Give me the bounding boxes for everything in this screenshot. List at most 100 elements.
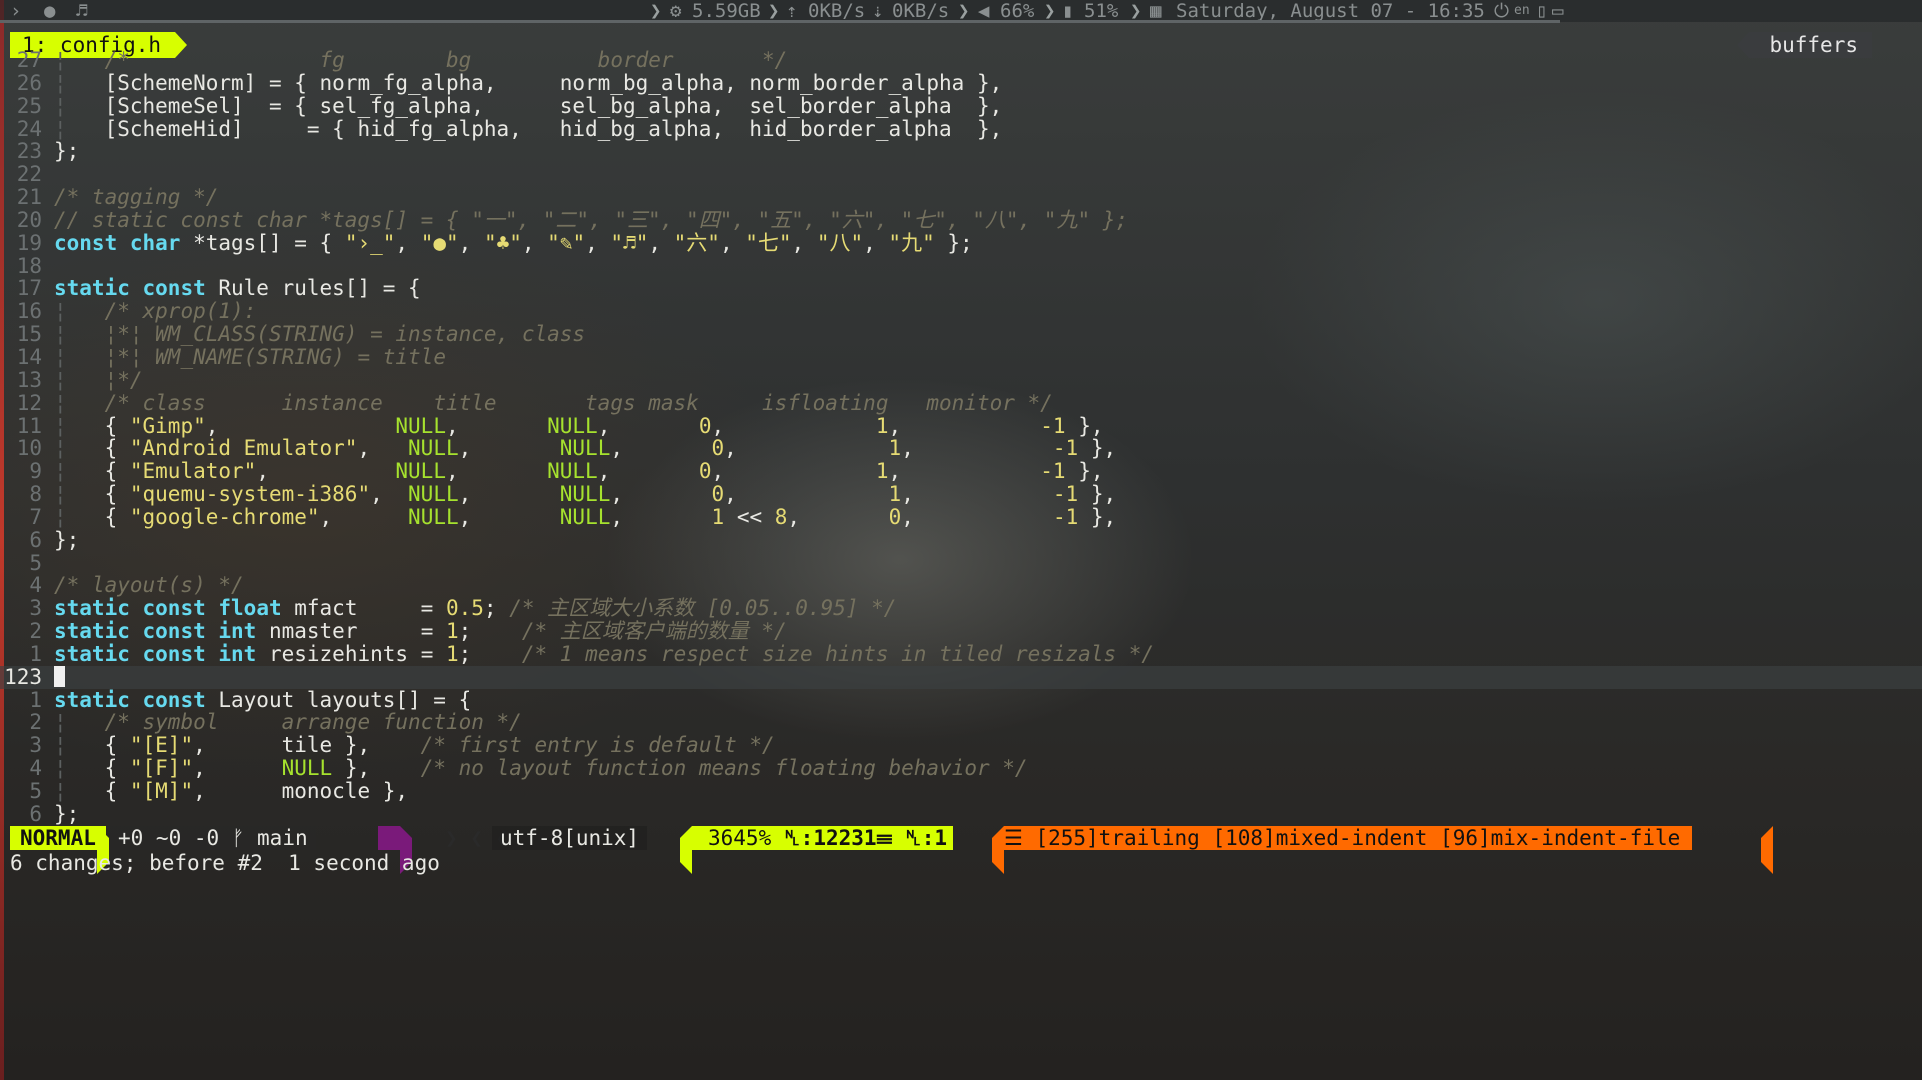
terminal-icon[interactable]: ›_ [10, 0, 33, 22]
line-number: 18 [16, 253, 42, 278]
code-line[interactable]: 4 ¦ { "[F]", NULL }, /* no layout functio… [0, 757, 1922, 780]
code-line[interactable]: 6}; [0, 528, 1922, 552]
line-text[interactable]: ¦ { "Emulator", NULL, NULL, 0, 1, -1 }, [54, 459, 1104, 483]
line-text[interactable]: /* tagging */ [54, 185, 218, 209]
line-text[interactable]: ¦ { "google-chrome", NULL, NULL, 1 << 8,… [54, 505, 1116, 529]
line-text[interactable]: ¦ /* fg bg border */ [54, 48, 787, 72]
powerline-separator [680, 826, 692, 874]
line-number: 4 [29, 573, 42, 598]
code-line[interactable]: 9 ¦ { "Emulator", NULL, NULL, 0, 1, -1 }, [0, 460, 1922, 483]
line-text[interactable]: static const int resizehints = 1; /* 1 m… [54, 642, 1154, 666]
line-number: 13 [16, 367, 42, 392]
code-line[interactable]: 25 ¦ [SchemeSel] = { sel_fg_alpha, sel_bg… [0, 94, 1922, 118]
line-number: 20 [16, 207, 42, 232]
code-line[interactable]: 5 ¦ { "[M]", monocle }, [0, 780, 1922, 803]
code-line[interactable]: 1 static const Layout layouts[] = { [0, 688, 1922, 712]
volume-icon[interactable]: ◀ [978, 0, 989, 22]
line-number: 6 [29, 801, 42, 826]
line-text[interactable]: static const Rule rules[] = { [54, 276, 421, 300]
line-text[interactable]: ¦ /* class instance title tags mask isfl… [54, 391, 1053, 415]
code-line[interactable]: 12 ¦ /* class instance title tags mask is… [0, 391, 1922, 415]
line-number: 11 [16, 413, 42, 438]
code-line[interactable]: 2 static const int nmaster = 1; /* 主区域客户端… [0, 620, 1922, 643]
line-number: 2 [29, 710, 42, 735]
code-line[interactable]: 10 ¦ { "Android Emulator", NULL, NULL, 0,… [0, 437, 1922, 460]
line-text[interactable]: ¦ { "Gimp", NULL, NULL, 0, 1, -1 }, [54, 414, 1104, 438]
statusline: NORMAL +0 ~0 -0 ᚠ main ❯ ❮ ❮ utf-8[unix]… [0, 826, 1922, 874]
code-line[interactable]: 26 ¦ [SchemeNorm] = { norm_fg_alpha, norm… [0, 70, 1922, 95]
line-number: 16 [16, 299, 42, 324]
line-text[interactable]: static const float mfact = 0.5; /* 主区域大小… [54, 596, 896, 620]
line-text[interactable]: ¦ [SchemeSel] = { sel_fg_alpha, sel_bg_a… [54, 94, 1002, 118]
code-line[interactable]: 15 ¦ ¦*¦ WM_CLASS(STRING) = instance, cla… [0, 323, 1922, 346]
tray-icon[interactable]: ▯ [1536, 0, 1547, 22]
code-line[interactable]: 2 ¦ /* symbol arrange function */ [0, 711, 1922, 734]
powerline-separator [1761, 826, 1773, 874]
code-line[interactable]: 14 ¦ ¦*¦ WM_NAME(STRING) = title [0, 346, 1922, 369]
mode-indicator: NORMAL [10, 826, 106, 850]
powerline-separator [992, 826, 1004, 874]
line-text[interactable]: ¦ [SchemeNorm] = { norm_fg_alpha, norm_b… [54, 71, 1002, 95]
line-text[interactable] [54, 665, 65, 689]
code-line[interactable]: 7 ¦ { "google-chrome", NULL, NULL, 1 << 8… [0, 504, 1922, 529]
code-line[interactable]: 4 /* layout(s) */ [0, 574, 1922, 597]
line-text[interactable]: }; [54, 802, 79, 826]
power-icon[interactable]: ⏻ [1494, 0, 1509, 22]
line-text[interactable]: ¦ { "quemu-system-i386", NULL, NULL, 0, … [54, 482, 1116, 506]
line-text[interactable]: ¦ [SchemeHid] = { hid_fg_alpha, hid_bg_a… [54, 117, 1002, 141]
code-line[interactable]: 24 ¦ [SchemeHid] = { hid_fg_alpha, hid_bg… [0, 117, 1922, 141]
language-indicator[interactable]: en [1514, 0, 1530, 22]
code-line[interactable]: 19 const char *tags[] = { "›_", "●", "♣",… [0, 231, 1922, 255]
code-line[interactable]: 18 [0, 253, 1922, 278]
code-line[interactable]: 20 // static const char *tags[] = { "一", … [0, 207, 1922, 232]
code-line[interactable]: 8 ¦ { "quemu-system-i386", NULL, NULL, 0,… [0, 483, 1922, 506]
bar-underline [0, 20, 1560, 23]
code-line[interactable]: 23}; [0, 140, 1922, 163]
editor-buffer[interactable]: 27 ¦ /* fg bg border */26 ¦ [SchemeNorm] =… [0, 49, 1922, 826]
current-line[interactable]: 123 [0, 664, 1922, 689]
line-text[interactable]: ¦ { "Android Emulator", NULL, NULL, 0, 1… [54, 436, 1116, 460]
code-line[interactable]: 1 static const int resizehints = 1; /* 1 … [0, 643, 1922, 666]
line-text[interactable]: ¦ /* xprop(1): [54, 299, 256, 323]
line-text[interactable]: ¦ { "[M]", monocle }, [54, 779, 408, 803]
line-text[interactable]: static const int nmaster = 1; /* 主区域客户端的… [54, 619, 787, 643]
line-text[interactable]: ¦ ¦*¦ WM_NAME(STRING) = title [54, 345, 446, 369]
line-text[interactable]: }; [54, 528, 79, 552]
line-number: ␤:12231 [783, 826, 877, 850]
line-number: 26 [16, 70, 42, 95]
code-line[interactable]: 22 [0, 163, 1922, 186]
code-line[interactable]: 3 ¦ { "[E]", tile }, /* first entry is de… [0, 734, 1922, 757]
line-number: 7 [29, 504, 42, 529]
whitespace-warnings: ☰ [255]trailing [108]mixed-indent [96]mi… [1004, 826, 1693, 850]
line-number: 27 [16, 48, 42, 72]
code-line[interactable]: 13 ¦ ¦*/ [0, 367, 1922, 392]
line-text[interactable]: ¦ /* symbol arrange function */ [54, 710, 522, 734]
tray-icon[interactable]: ▭ [1552, 0, 1563, 22]
code-line[interactable]: 27 ¦ /* fg bg border */ [0, 49, 1922, 72]
code-line[interactable]: 6}; [0, 801, 1922, 826]
line-number: 4 [29, 756, 42, 781]
line-text[interactable]: ¦ ¦*¦ WM_CLASS(STRING) = instance, class [54, 322, 585, 346]
system-status-bar: ›_ ● ♬ ❯ ⚙ 5.59GB ❯ ⇡ 0KB/s ⇣ 0KB/s ❯ ◀ … [0, 0, 1922, 23]
line-number: 17 [16, 276, 42, 301]
code-line[interactable]: 11 ¦ { "Gimp", NULL, NULL, 0, 1, -1 }, [0, 413, 1922, 438]
line-text[interactable]: /* layout(s) */ [54, 573, 244, 597]
line-text[interactable]: // static const char *tags[] = { "一", "二… [54, 208, 1128, 232]
circle-icon[interactable]: ● [44, 0, 55, 22]
code-line[interactable]: 3 static const float mfact = 0.5; /* 主区域大… [0, 597, 1922, 620]
line-text[interactable]: ¦ ¦*/ [54, 368, 143, 392]
line-text[interactable]: ¦ { "[F]", NULL }, /* no layout function… [54, 756, 1028, 780]
line-text[interactable]: }; [54, 139, 79, 163]
music-icon[interactable]: ♬ [76, 0, 87, 22]
code-line[interactable]: 5 [0, 551, 1922, 575]
separator-icon: ❯ [768, 0, 780, 22]
line-number: 1 [29, 641, 42, 666]
line-text[interactable]: ¦ { "[E]", tile }, /* first entry is def… [54, 733, 775, 757]
separator-icon: ❯ [650, 0, 662, 22]
line-text[interactable]: const char *tags[] = { "›_", "●", "♣", "… [54, 231, 973, 255]
code-line[interactable]: 21 /* tagging */ [0, 186, 1922, 209]
line-text[interactable]: static const Layout layouts[] = { [54, 688, 471, 712]
code-line[interactable]: 17 static const Rule rules[] = { [0, 277, 1922, 300]
line-number: 123 [4, 664, 42, 689]
code-line[interactable]: 16 ¦ /* xprop(1): [0, 300, 1922, 323]
